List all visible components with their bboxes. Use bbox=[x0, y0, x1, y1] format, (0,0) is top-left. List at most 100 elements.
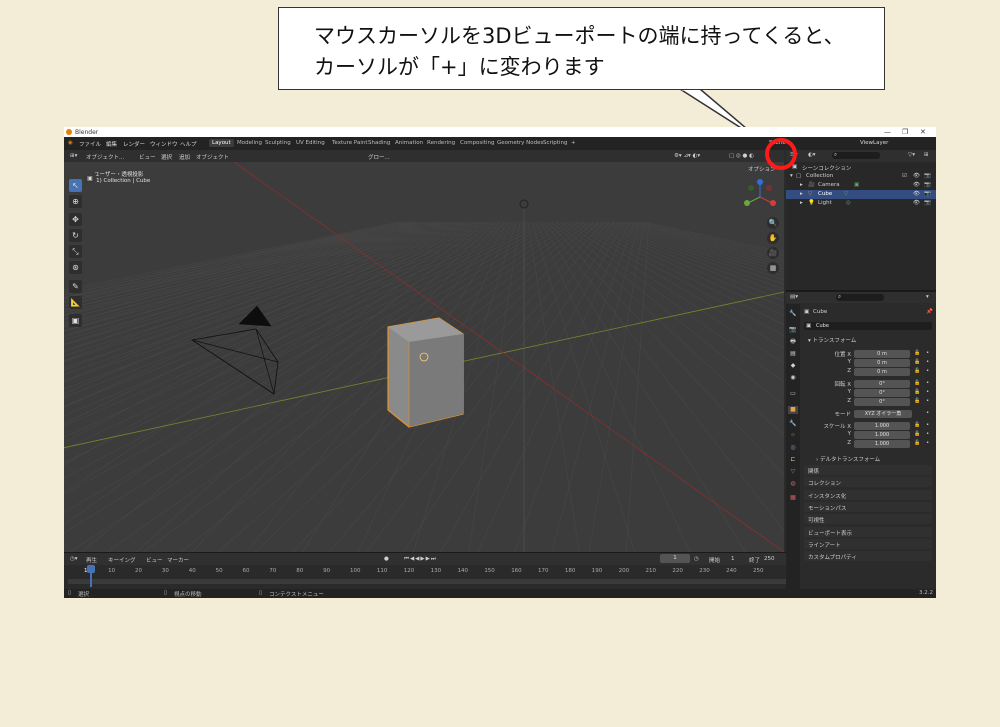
menu-render[interactable]: レンダー bbox=[123, 140, 145, 148]
tab-uv-editing[interactable]: UV Editing bbox=[296, 140, 325, 146]
keyframe-dot-icon[interactable]: • bbox=[926, 431, 929, 437]
delta-transform-section[interactable]: › デルタトランスフォーム bbox=[804, 453, 932, 463]
ortho-toggle-icon[interactable]: ▦ bbox=[767, 262, 779, 274]
object-tab-icon[interactable]: ■ bbox=[788, 406, 798, 414]
keyframe-dot-icon[interactable]: • bbox=[926, 350, 929, 356]
pin-icon[interactable]: 📌 bbox=[926, 309, 933, 315]
checkbox-icon[interactable]: ☑ bbox=[902, 173, 907, 179]
new-collection-icon[interactable]: ⊞ bbox=[924, 152, 929, 158]
properties-section[interactable]: ラインアート bbox=[804, 538, 932, 549]
lock-icon[interactable]: 🔓 bbox=[914, 440, 920, 446]
transform-row-value[interactable]: 0 m bbox=[854, 368, 910, 376]
scene-tab-icon[interactable]: ◆ bbox=[788, 362, 798, 370]
menu-view[interactable]: ビュー bbox=[139, 153, 156, 161]
maximize-button[interactable]: ❐ bbox=[902, 128, 908, 136]
light-object[interactable] bbox=[519, 199, 529, 209]
keyframe-dot-icon[interactable]: • bbox=[926, 380, 929, 386]
gizmo-toggle-icon[interactable]: ⚙▾ ⊿▾ ◐▾ bbox=[674, 153, 700, 159]
properties-section[interactable]: ビューポート表示 bbox=[804, 526, 932, 537]
transform-section-header[interactable]: ▾ トランスフォーム bbox=[804, 334, 932, 344]
constraints-tab-icon[interactable]: ⊏ bbox=[788, 456, 798, 464]
cursor-tool-icon[interactable]: ⊕ bbox=[69, 195, 82, 208]
keyframe-dot-icon[interactable]: • bbox=[926, 389, 929, 395]
measure-tool-icon[interactable]: 📐 bbox=[69, 296, 82, 309]
tab-rendering[interactable]: Rendering bbox=[427, 140, 455, 146]
gizmo-y-ball[interactable] bbox=[744, 200, 750, 206]
outliner-search-input[interactable]: ⌕ bbox=[832, 152, 880, 159]
tab-layout[interactable]: Layout bbox=[209, 139, 234, 147]
keyframe-dot-icon[interactable]: • bbox=[926, 398, 929, 404]
timeline-playback-menu[interactable]: 再生 bbox=[86, 556, 97, 564]
render-icon[interactable]: 📷 bbox=[924, 173, 931, 179]
add-cube-tool-icon[interactable]: ▣ bbox=[69, 314, 82, 327]
render-icon[interactable]: 📷 bbox=[924, 200, 931, 206]
scale-tool-icon[interactable]: ⤡ bbox=[69, 245, 82, 258]
menu-edit[interactable]: 編集 bbox=[106, 140, 117, 148]
properties-section[interactable]: コレクション bbox=[804, 477, 932, 488]
outliner-scene-collection[interactable]: ▣ シーンコレクション bbox=[786, 163, 936, 172]
lock-icon[interactable]: 🔓 bbox=[914, 368, 920, 374]
transform-tool-icon[interactable]: ⊛ bbox=[69, 261, 82, 274]
lock-icon[interactable]: 🔓 bbox=[914, 389, 920, 395]
camera-view-icon[interactable]: 🎥 bbox=[767, 247, 779, 259]
tab-animation[interactable]: Animation bbox=[395, 140, 423, 146]
gizmo-z-ball[interactable] bbox=[757, 179, 763, 185]
transform-row-value[interactable]: 1.000 bbox=[854, 431, 910, 439]
minimize-button[interactable]: — bbox=[884, 128, 891, 136]
menu-object[interactable]: オブジェクト bbox=[196, 153, 229, 161]
properties-options-icon[interactable]: ▾ bbox=[926, 294, 929, 300]
keyframe-dot-icon[interactable]: • bbox=[926, 410, 929, 416]
add-workspace-button[interactable]: + bbox=[571, 140, 576, 146]
gizmo-neg-ball[interactable] bbox=[766, 185, 772, 191]
tab-scripting[interactable]: Scripting bbox=[543, 140, 567, 146]
expand-arrow-icon[interactable]: ▸ bbox=[800, 200, 803, 206]
transform-row-value[interactable]: 0° bbox=[854, 389, 910, 397]
timeline-track[interactable] bbox=[68, 579, 794, 584]
menu-window[interactable]: ウィンドウ bbox=[150, 140, 178, 148]
gizmo-x-ball[interactable] bbox=[770, 200, 776, 206]
gizmo-neg-ball[interactable] bbox=[748, 185, 754, 191]
playhead-marker[interactable] bbox=[87, 565, 95, 573]
tool-tab-icon[interactable]: 🔧 bbox=[788, 310, 798, 318]
tab-texture-paint[interactable]: Texture Paint bbox=[332, 140, 368, 146]
select-mode-icons[interactable]: ▣ bbox=[84, 174, 96, 183]
lock-icon[interactable]: 🔓 bbox=[914, 398, 920, 404]
properties-section[interactable]: 可視性 bbox=[804, 514, 932, 525]
expand-arrow-icon[interactable]: ▾ bbox=[790, 173, 793, 179]
data-tab-icon[interactable]: ▽ bbox=[788, 468, 798, 476]
transform-row-value[interactable]: 1.000 bbox=[854, 440, 910, 448]
expand-arrow-icon[interactable]: ▸ bbox=[800, 182, 803, 188]
expand-arrow-icon[interactable]: ▸ bbox=[800, 191, 803, 197]
transform-row-value[interactable]: 0 m bbox=[854, 350, 910, 358]
annotate-tool-icon[interactable]: ✎ bbox=[69, 280, 82, 293]
properties-section[interactable]: インスタンス化 bbox=[804, 489, 932, 500]
outliner-filter-icon[interactable]: ▽▾ bbox=[908, 152, 915, 158]
transform-orientation-selector[interactable]: グロー... bbox=[368, 153, 390, 161]
object-name-field[interactable]: Cube bbox=[804, 322, 932, 330]
move-tool-icon[interactable]: ✥ bbox=[69, 213, 82, 226]
keyframe-dot-icon[interactable]: • bbox=[926, 422, 929, 428]
lock-icon[interactable]: 🔓 bbox=[914, 380, 920, 386]
menu-add[interactable]: 追加 bbox=[179, 153, 190, 161]
texture-tab-icon[interactable]: ▦ bbox=[788, 494, 798, 502]
properties-section[interactable]: カスタムプロパティ bbox=[804, 551, 932, 562]
zoom-icon[interactable]: 🔍 bbox=[767, 217, 779, 229]
keyframe-dot-icon[interactable]: • bbox=[926, 359, 929, 365]
render-tab-icon[interactable]: 📷 bbox=[788, 326, 798, 334]
transform-row-value[interactable]: 0 m bbox=[854, 359, 910, 367]
menu-file[interactable]: ファイル bbox=[79, 140, 101, 148]
record-button[interactable]: ● bbox=[384, 556, 389, 562]
timeline-keying-menu[interactable]: キーイング bbox=[108, 556, 136, 564]
view-layer-tab-icon[interactable]: ▤ bbox=[788, 350, 798, 358]
particles-tab-icon[interactable]: ⁘ bbox=[788, 432, 798, 440]
close-button[interactable]: ✕ bbox=[920, 128, 926, 136]
outliner-item-light[interactable]: ▸ 💡 Light ◎ 👁 📷 bbox=[786, 199, 936, 208]
timeline-view-menu[interactable]: ビュー bbox=[146, 556, 163, 564]
physics-tab-icon[interactable]: ◎ bbox=[788, 444, 798, 452]
material-tab-icon[interactable]: ◍ bbox=[788, 480, 798, 488]
end-frame-field[interactable]: 250 bbox=[764, 556, 775, 562]
lock-icon[interactable]: 🔓 bbox=[914, 359, 920, 365]
world-tab-icon[interactable]: ◉ bbox=[788, 374, 798, 382]
mode-selector[interactable]: オブジェクト... bbox=[86, 153, 124, 161]
rotate-tool-icon[interactable]: ↻ bbox=[69, 229, 82, 242]
